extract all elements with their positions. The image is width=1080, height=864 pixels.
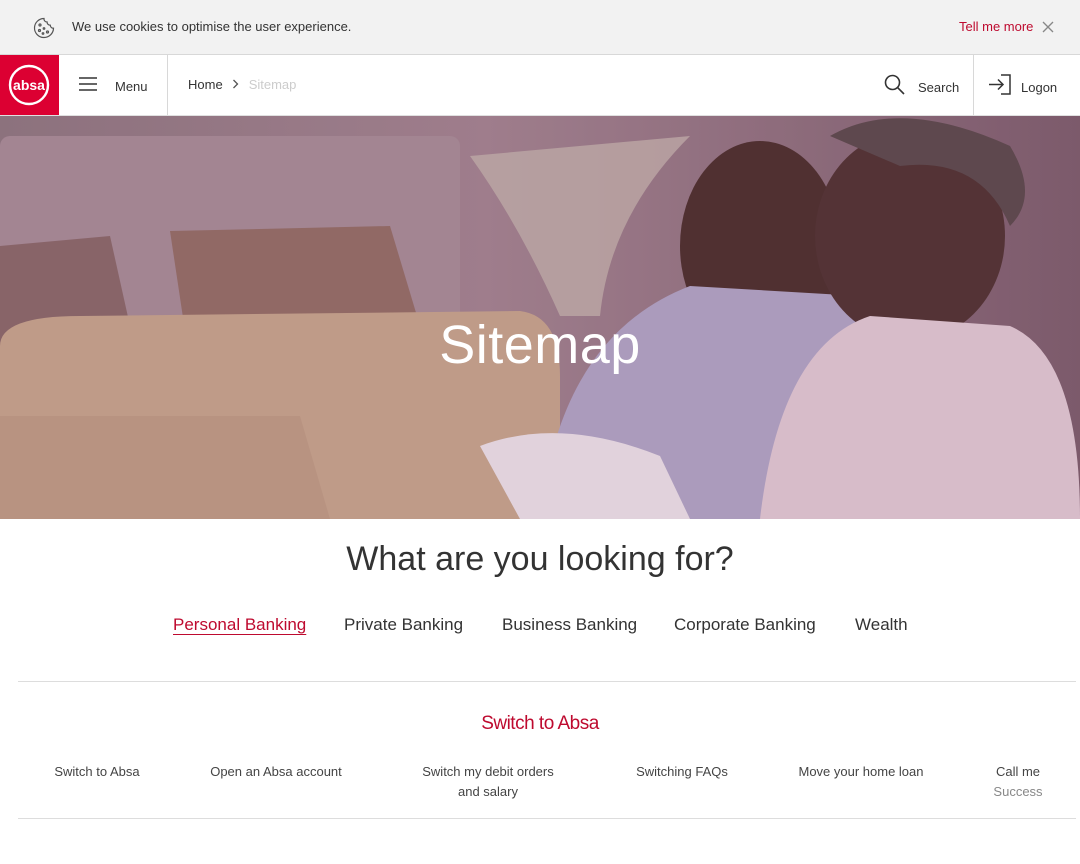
tab-corporate-banking[interactable]: Corporate Banking [674, 615, 816, 635]
link-move-home-loan[interactable]: Move your home loan [780, 762, 942, 782]
cookie-banner: We use cookies to optimise the user expe… [0, 0, 1080, 55]
link-label: Switching FAQs [636, 764, 728, 779]
category-tabs: Personal Banking Private Banking Busines… [0, 615, 1080, 641]
breadcrumb-home-link[interactable]: Home [188, 77, 223, 92]
section-divider [18, 818, 1076, 819]
search-icon [884, 74, 905, 100]
page-heading: What are you looking for? [346, 540, 734, 578]
link-switching-faqs[interactable]: Switching FAQs [612, 762, 752, 782]
login-icon [988, 74, 1011, 100]
link-switch-to-absa[interactable]: Switch to Absa [34, 762, 160, 782]
link-open-account[interactable]: Open an Absa account [196, 762, 356, 782]
close-icon[interactable] [1040, 19, 1056, 35]
search-button[interactable]: Search [884, 74, 959, 100]
tab-wealth[interactable]: Wealth [855, 615, 908, 635]
section-divider [18, 681, 1076, 682]
section-links: Switch to Absa Open an Absa account Swit… [0, 762, 1080, 807]
cookie-message: We use cookies to optimise the user expe… [72, 19, 352, 34]
link-label: Switch to Absa [54, 764, 140, 779]
cookie-icon [32, 16, 56, 40]
link-call-me[interactable]: Call me Success [978, 762, 1058, 802]
chevron-right-icon [232, 77, 239, 92]
link-label: Move your home loan [798, 764, 924, 779]
link-status: Success [993, 784, 1043, 799]
hero-banner: Sitemap [0, 116, 1080, 519]
link-label: Call me [995, 764, 1041, 779]
link-switch-debit-orders[interactable]: Switch my debit orders and salary [398, 762, 578, 802]
section-title: Switch to Absa [481, 713, 599, 734]
tab-private-banking[interactable]: Private Banking [344, 615, 463, 635]
tab-personal-banking[interactable]: Personal Banking [173, 615, 306, 635]
menu-label: Menu [115, 78, 148, 94]
link-label-line2: and salary [458, 784, 518, 799]
link-label: Open an Absa account [210, 764, 342, 779]
link-label: Switch my debit orders [422, 764, 554, 779]
hamburger-icon [78, 76, 98, 97]
site-header: absa Menu Home Sitemap Search Logon [0, 55, 1080, 116]
hero-title: Sitemap [439, 315, 641, 375]
menu-button[interactable]: Menu [78, 75, 148, 97]
absa-logo[interactable]: absa [0, 55, 59, 115]
logo-text: absa [13, 77, 45, 93]
tell-me-more-link[interactable]: Tell me more [959, 19, 1033, 34]
breadcrumb-current: Sitemap [248, 77, 297, 92]
header-divider [973, 55, 974, 115]
tab-business-banking[interactable]: Business Banking [502, 615, 637, 635]
breadcrumb: Home Sitemap [188, 77, 296, 92]
search-label: Search [918, 79, 960, 95]
logon-button[interactable]: Logon [988, 74, 1057, 100]
header-divider [167, 55, 168, 115]
logon-label: Logon [1021, 79, 1058, 95]
